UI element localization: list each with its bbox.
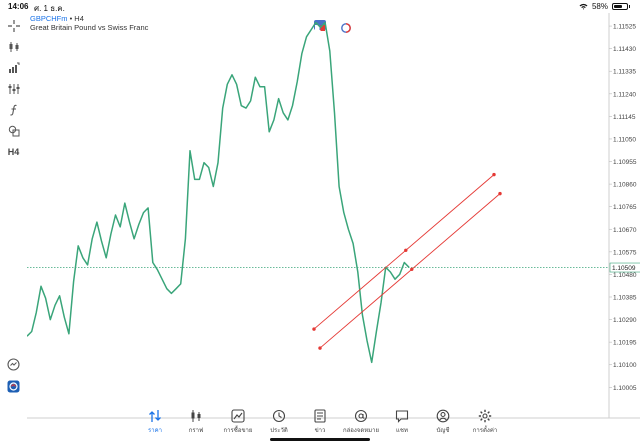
- battery-percent: 58%: [591, 2, 608, 11]
- price-tick-label: 1.10480: [613, 272, 637, 279]
- price-tick-label: 1.10385: [613, 294, 637, 301]
- function-icon[interactable]: [4, 101, 23, 118]
- status-bar: 14:06 ศ. 1 ธ.ค. 58%: [0, 0, 640, 13]
- price-tick: 1.10290: [609, 317, 637, 324]
- channel-anchor-point: [492, 172, 496, 177]
- price-tick-label: 1.10670: [613, 227, 637, 234]
- channel-anchor-point: [404, 248, 408, 252]
- status-time: 14:06: [8, 2, 29, 11]
- timeframe-button[interactable]: H4: [4, 143, 23, 160]
- price-tick: 1.11335: [609, 69, 636, 76]
- price-tick-label: 1.11430: [613, 46, 636, 53]
- broker-logo-icon[interactable]: [4, 378, 23, 395]
- wifi-icon: [579, 3, 588, 10]
- price-tick-label: 1.11335: [613, 69, 636, 76]
- price-tick: 1.10575: [609, 249, 637, 256]
- price-tick-label: 1.11145: [613, 114, 636, 121]
- price-tick-label: 1.10575: [613, 249, 637, 256]
- nav-label: กราฟ: [188, 428, 204, 434]
- left-toolbar: H4: [0, 13, 27, 420]
- channel-anchor-point: [318, 346, 322, 350]
- nav-label: กล่องจดหมาย: [342, 428, 380, 434]
- indicators-icon[interactable]: [4, 59, 23, 76]
- price-tick: 1.10860: [609, 182, 637, 189]
- price-tick: 1.11430: [609, 46, 636, 53]
- crosshair-icon[interactable]: [4, 17, 23, 34]
- nav-label: ประวัติ: [270, 428, 288, 434]
- objects-icon[interactable]: [4, 80, 23, 97]
- price-tick-label: 1.11240: [613, 91, 636, 98]
- nav-label: บัญชี: [436, 428, 450, 434]
- price-tick: 1.10195: [609, 340, 637, 347]
- price-tick: 1.11525: [609, 24, 636, 31]
- candles-icon[interactable]: [4, 38, 23, 55]
- nav-label: แชท: [396, 428, 408, 434]
- price-tick-label: 1.10860: [613, 182, 637, 189]
- nav-label: ข่าว: [314, 428, 326, 434]
- price-line: [27, 21, 410, 364]
- home-indicator: [270, 438, 370, 441]
- price-tick: 1.10955: [609, 159, 637, 166]
- current-price-tag: 1.10509: [609, 262, 640, 273]
- channel-lower-line: [319, 193, 501, 349]
- price-tick: 1.11050: [609, 136, 636, 143]
- price-chart[interactable]: 1.11525 1.11430 1.11335 1.11240 1.11145 1.110…: [27, 13, 640, 420]
- battery-icon: [612, 3, 628, 10]
- price-tick-label: 1.10005: [613, 385, 637, 392]
- price-tick: 1.10005: [609, 385, 637, 392]
- battery-tip: [629, 5, 630, 8]
- price-tick: 1.11145: [609, 114, 636, 121]
- chart-grid: [27, 13, 640, 419]
- price-tick-label: 1.10955: [613, 159, 637, 166]
- channel-anchor-point: [410, 267, 414, 272]
- nav-item-settings[interactable]: การตั้งค่า: [460, 409, 510, 435]
- price-tick-label: 1.10100: [613, 362, 637, 369]
- price-tick: 1.10385: [609, 294, 637, 301]
- price-tick-label: 1.10195: [613, 340, 637, 347]
- price-series: [27, 21, 609, 364]
- nav-label: ราคา: [148, 428, 162, 434]
- nav-label: การซื้อขาย: [223, 428, 253, 434]
- price-tick: 1.10100: [609, 362, 637, 369]
- settings-icon: [460, 409, 510, 423]
- price-tick: 1.10765: [609, 204, 637, 211]
- current-price-label: 1.10509: [612, 265, 636, 272]
- channel-anchor-point: [312, 327, 316, 331]
- price-tick: 1.11240: [609, 91, 636, 98]
- channel-anchor-point: [498, 191, 502, 196]
- price-tick: 1.10480: [609, 272, 637, 279]
- price-tick: 1.10670: [609, 227, 637, 234]
- nav-label: การตั้งค่า: [472, 428, 498, 434]
- chart-search-icon[interactable]: [4, 356, 23, 373]
- timeframe-label: H4: [7, 146, 20, 157]
- price-tick-label: 1.10290: [613, 317, 637, 324]
- price-tick-label: 1.11050: [613, 136, 636, 143]
- shapes-icon[interactable]: [4, 122, 23, 139]
- price-axis: 1.11525 1.11430 1.11335 1.11240 1.11145 1.110…: [609, 24, 637, 392]
- status-right: 58%: [579, 2, 630, 11]
- price-tick-label: 1.10765: [613, 204, 637, 211]
- price-tick-label: 1.11525: [613, 24, 636, 31]
